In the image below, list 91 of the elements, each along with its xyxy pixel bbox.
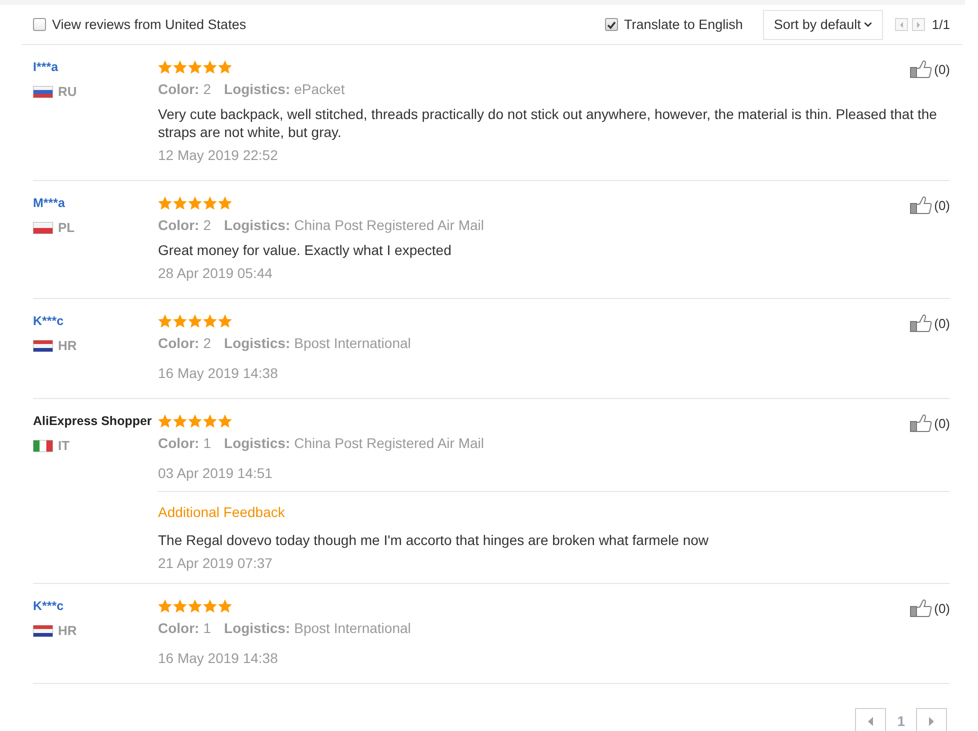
star-icon — [173, 60, 187, 74]
sort-dropdown[interactable]: Sort by default — [762, 10, 883, 40]
star-icon — [188, 414, 202, 428]
star-icon — [173, 196, 187, 210]
star-icon — [188, 599, 202, 613]
attribute-value: 1 — [203, 620, 212, 636]
check-icon — [607, 20, 616, 28]
triangle-left-icon — [868, 716, 874, 726]
star-icon — [203, 414, 217, 428]
star-icon — [203, 599, 217, 613]
thumbs-up-icon — [910, 314, 932, 332]
star-icon — [218, 196, 232, 210]
star-icon — [173, 314, 187, 328]
previous-page-button[interactable] — [855, 708, 886, 731]
star-icon — [218, 414, 232, 428]
like-button[interactable]: (0) — [910, 599, 950, 617]
star-icon — [158, 314, 172, 328]
star-icon — [158, 414, 172, 428]
thumbs-up-icon — [910, 414, 932, 432]
attribute-label: Color: — [158, 335, 200, 351]
thumbs-up-icon — [910, 599, 932, 617]
attribute-value: 2 — [203, 81, 212, 97]
star-icon — [218, 314, 232, 328]
reviewer-name: AliExpress Shopper — [33, 413, 153, 430]
star-icon — [173, 414, 187, 428]
triangle-right-icon — [929, 716, 934, 726]
star-icon — [203, 196, 217, 210]
feedback-title: Additional Feedback — [158, 503, 286, 521]
next-page-button[interactable] — [912, 18, 925, 31]
attribute-label: Logistics: — [224, 620, 290, 636]
attribute-value: 2 — [203, 217, 212, 233]
attribute-label: Logistics: — [224, 217, 290, 233]
country-code: RU — [58, 83, 77, 101]
review-text: Great money for value. Exactly what I expected — [158, 241, 452, 259]
review-text: Very cute backpack, well stitched, threads practically do not stick out anywhere, however, the material is thin. Pleased that the straps are not white, but gray. — [158, 105, 938, 141]
star-icon — [188, 196, 202, 210]
page-counter: 1/1 — [932, 17, 950, 32]
star-icon — [218, 599, 232, 613]
attribute-label: Color: — [158, 217, 200, 233]
review-date: 12 May 2019 22:52 — [158, 146, 279, 164]
attribute-value: Bpost International — [294, 620, 411, 636]
country-code: IT — [58, 437, 70, 455]
attribute-label: Color: — [158, 435, 200, 451]
country-code: HR — [58, 337, 77, 355]
star-icon — [158, 196, 172, 210]
checkbox[interactable] — [33, 18, 46, 31]
star-icon — [218, 60, 232, 74]
attribute-label: Color: — [158, 620, 200, 636]
star-icon — [173, 599, 187, 613]
caret-icon — [864, 22, 872, 27]
previous-page-button[interactable] — [894, 18, 908, 31]
thumbs-up-icon — [910, 196, 932, 214]
like-button[interactable]: (0) — [910, 60, 950, 78]
star-icon — [188, 314, 202, 328]
review-date: 16 May 2019 14:38 — [158, 364, 279, 382]
star-icon — [158, 599, 172, 613]
like-button[interactable]: (0) — [910, 314, 950, 332]
star-icon — [188, 60, 202, 74]
like-button[interactable]: (0) — [910, 414, 950, 432]
review-date: 16 May 2019 14:38 — [158, 649, 279, 667]
star-icon — [203, 314, 217, 328]
attribute-value: 2 — [203, 335, 212, 351]
attribute-value: 1 — [203, 435, 212, 451]
next-page-button[interactable] — [916, 708, 947, 731]
review-date: 03 Apr 2019 14:51 — [158, 464, 274, 482]
reviewer-name[interactable]: I***a — [33, 58, 158, 76]
attribute-label: Logistics: — [224, 435, 290, 451]
reviewer-name[interactable]: K***c — [33, 597, 158, 615]
triangle-left-icon — [900, 22, 903, 28]
feedback-text: The Regal dovevo today though me I'm accorto that hinges are broken what farmele now — [158, 531, 710, 549]
reviewer-name[interactable]: M***a — [33, 194, 158, 212]
attribute-label: Logistics: — [224, 81, 290, 97]
attribute-value: Bpost International — [294, 335, 411, 351]
attribute-label: Color: — [158, 81, 200, 97]
country-code: HR — [58, 622, 77, 640]
attribute-label: Logistics: — [224, 335, 290, 351]
reviewer-name[interactable]: K***c — [33, 312, 158, 330]
attribute-value: ePacket — [294, 81, 345, 97]
feedback-date: 21 Apr 2019 07:37 — [158, 554, 274, 572]
checkbox-label: View reviews from United States — [52, 17, 246, 32]
attribute-value: China Post Registered Air Mail — [294, 435, 484, 451]
checkbox[interactable] — [605, 18, 618, 31]
review-date: 28 Apr 2019 05:44 — [158, 264, 274, 282]
checkbox-label: Translate to English — [624, 17, 743, 32]
attribute-value: China Post Registered Air Mail — [294, 217, 484, 233]
triangle-right-icon — [916, 22, 920, 28]
thumbs-up-icon — [910, 60, 932, 78]
like-button[interactable]: (0) — [910, 196, 950, 214]
country-code: PL — [58, 219, 75, 237]
star-icon — [158, 60, 172, 74]
star-icon — [203, 60, 217, 74]
